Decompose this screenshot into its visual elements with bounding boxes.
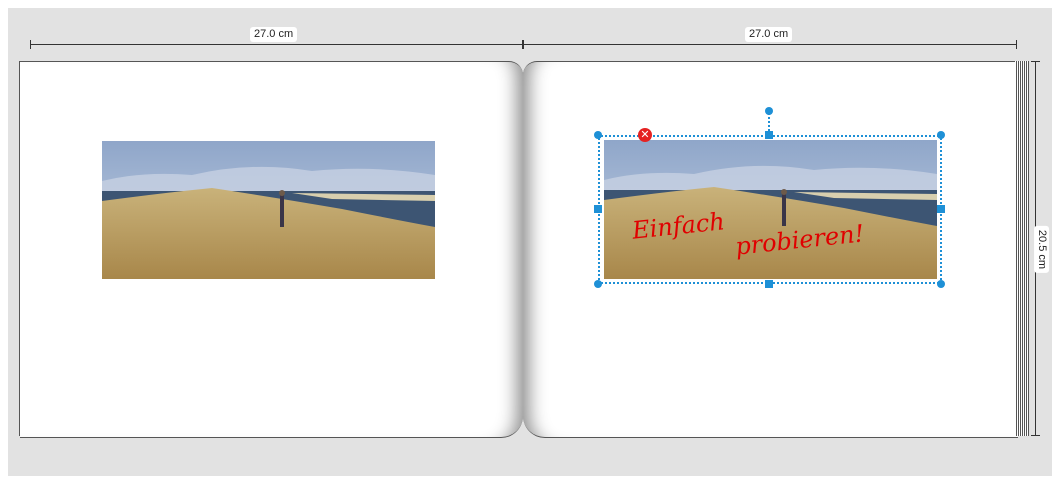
resize-handle-right[interactable] bbox=[937, 205, 945, 213]
left-width-dimension bbox=[30, 40, 523, 49]
height-label: 20.5 cm bbox=[1034, 225, 1050, 274]
resize-handle-left[interactable] bbox=[594, 205, 602, 213]
resize-handle-top-left[interactable] bbox=[594, 131, 602, 139]
resize-handle-top[interactable] bbox=[765, 131, 773, 139]
book-edge-right bbox=[1015, 61, 1029, 436]
right-width-dimension bbox=[523, 40, 1017, 49]
resize-handle-top-right[interactable] bbox=[937, 131, 945, 139]
resize-handle-bottom[interactable] bbox=[765, 280, 773, 288]
resize-handle-bottom-left[interactable] bbox=[594, 280, 602, 288]
rotate-handle[interactable] bbox=[765, 107, 773, 115]
left-width-label: 27.0 cm bbox=[250, 27, 298, 42]
resize-handle-bottom-right[interactable] bbox=[937, 280, 945, 288]
selection-frame[interactable] bbox=[598, 135, 942, 284]
left-photo[interactable] bbox=[102, 141, 435, 279]
right-width-label: 27.0 cm bbox=[745, 27, 793, 42]
close-circle-icon[interactable]: ✕ bbox=[638, 128, 652, 142]
